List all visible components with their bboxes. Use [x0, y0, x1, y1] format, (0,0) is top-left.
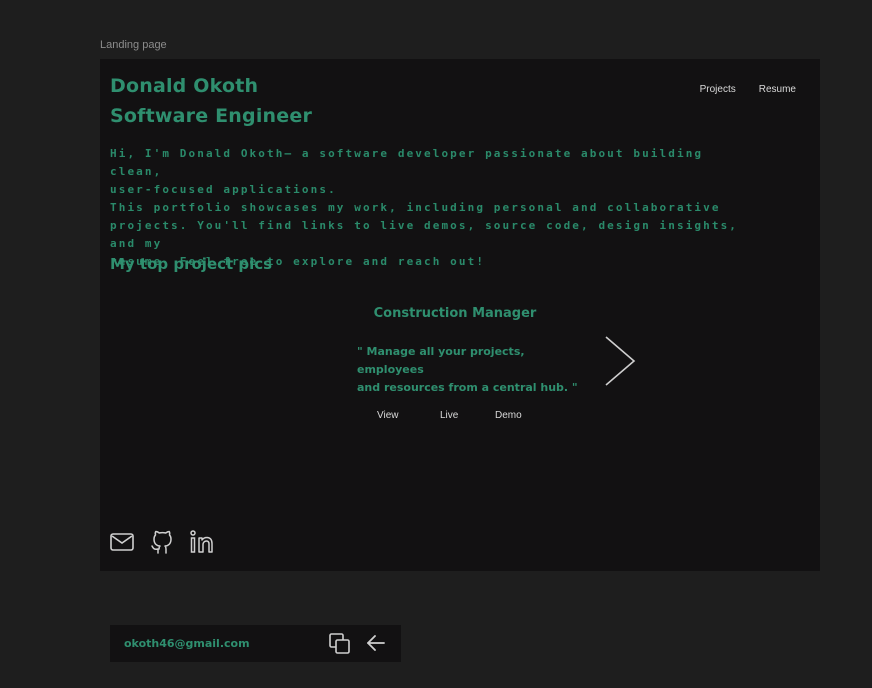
project-description-line: and resources from a central hub. " — [357, 381, 578, 394]
linkedin-icon[interactable] — [190, 530, 216, 554]
project-links: View Live Demo — [377, 410, 522, 421]
owner-role: Software Engineer — [110, 105, 313, 127]
email-bar: okoth46@gmail.com — [110, 625, 401, 662]
project-title: Construction Manager — [373, 306, 537, 321]
project-live-link[interactable]: Live — [440, 410, 495, 421]
nav-resume-link[interactable]: Resume — [759, 84, 796, 95]
github-icon[interactable] — [150, 529, 174, 555]
top-nav: Projects Resume — [700, 84, 796, 95]
email-address: okoth46@gmail.com — [124, 637, 250, 650]
mail-icon[interactable] — [110, 532, 134, 552]
landing-page-frame: Donald Okoth Software Engineer Projects … — [100, 59, 820, 571]
arrow-left-icon[interactable] — [365, 632, 387, 654]
intro-text: Hi, I'm Donald Okoth— a software develop… — [110, 147, 739, 268]
project-view-link[interactable]: View — [377, 410, 440, 421]
chevron-right-icon[interactable] — [603, 335, 637, 387]
project-demo-link[interactable]: Demo — [495, 410, 522, 421]
social-links — [110, 529, 216, 555]
nav-projects-link[interactable]: Projects — [700, 84, 736, 95]
copy-icon[interactable] — [328, 632, 352, 656]
frame-label: Landing page — [100, 39, 167, 51]
project-description-line: " Manage all your projects, employees — [357, 345, 525, 376]
owner-name: Donald Okoth — [110, 75, 259, 97]
project-description: " Manage all your projects, employees an… — [357, 343, 587, 397]
projects-section-title: My top project pics — [110, 255, 273, 273]
